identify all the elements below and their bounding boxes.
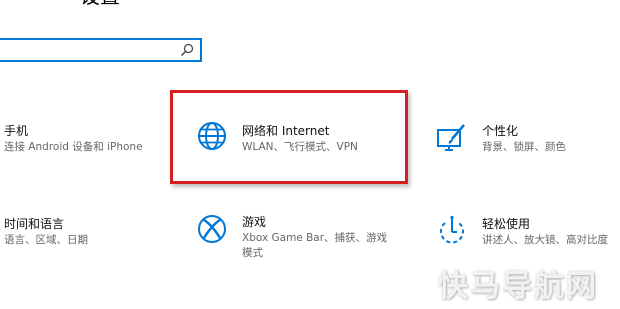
tile-gaming-desc: Xbox Game Bar、捕获、游戏模式 bbox=[242, 232, 388, 259]
search-input[interactable] bbox=[4, 42, 174, 58]
search-box[interactable] bbox=[0, 38, 202, 62]
tile-ease-of-access[interactable]: 轻松使用 讲述人、放大镜、高对比度 bbox=[436, 215, 620, 255]
tile-network-desc: WLAN、飞行模式、VPN bbox=[242, 141, 358, 153]
watermark-text: 快马导航网 bbox=[438, 269, 598, 304]
tile-gaming[interactable]: 游戏 Xbox Game Bar、捕获、游戏模式 bbox=[196, 213, 396, 263]
globe-icon bbox=[198, 122, 226, 150]
page-title: 设置 bbox=[80, 0, 120, 6]
tile-network[interactable]: 网络和 Internet WLAN、飞行模式、VPN bbox=[196, 120, 396, 160]
search-icon[interactable] bbox=[180, 43, 194, 57]
paint-brush-icon bbox=[437, 124, 465, 151]
tile-personalization-title: 个性化 bbox=[482, 124, 519, 138]
ease-of-access-icon bbox=[440, 215, 464, 244]
tile-time-language-title: 时间和语言 bbox=[4, 217, 65, 231]
xbox-icon bbox=[198, 215, 226, 243]
tile-time-language[interactable]: 时间和语言 语言、区域、日期 bbox=[0, 215, 160, 255]
tile-time-language-desc: 语言、区域、日期 bbox=[4, 234, 88, 246]
tile-ease-of-access-desc: 讲述人、放大镜、高对比度 bbox=[482, 234, 608, 246]
tile-personalization-desc: 背景、锁屏、颜色 bbox=[482, 141, 566, 153]
tile-phone[interactable]: 手机 连接 Android 设备和 iPhone bbox=[0, 122, 160, 162]
tile-network-title: 网络和 Internet bbox=[242, 124, 330, 138]
tile-phone-title: 手机 bbox=[4, 124, 29, 138]
tile-ease-of-access-title: 轻松使用 bbox=[482, 217, 531, 231]
tile-phone-desc: 连接 Android 设备和 iPhone bbox=[4, 141, 143, 153]
tile-personalization[interactable]: 个性化 背景、锁屏、颜色 bbox=[436, 122, 616, 162]
tile-gaming-title: 游戏 bbox=[242, 215, 267, 229]
